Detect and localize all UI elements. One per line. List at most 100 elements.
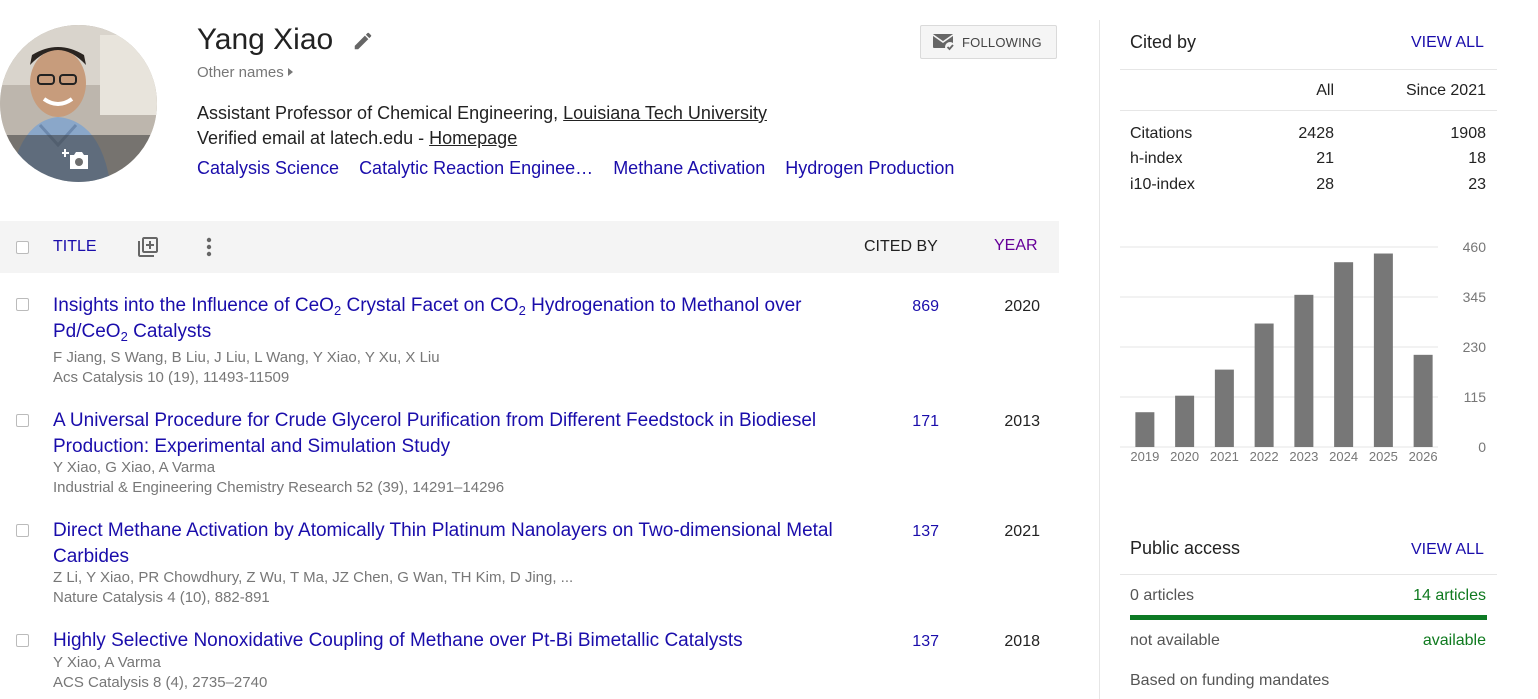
profile-name: Yang Xiao: [197, 23, 334, 56]
chart-x-tick-label: 2019: [1130, 449, 1159, 464]
chart-x-tick-label: 2022: [1250, 449, 1279, 464]
email-text: Verified email at latech.edu -: [197, 128, 430, 148]
following-label: FOLLOWING: [962, 34, 1042, 50]
following-button[interactable]: FOLLOWING: [920, 25, 1057, 59]
stat-all-i10-index: 28: [1316, 176, 1334, 193]
divider: [1120, 110, 1497, 111]
public-access-view-all[interactable]: VIEW ALL: [1411, 541, 1484, 559]
sort-by-cited[interactable]: CITED BY: [864, 238, 938, 256]
select-all-checkbox[interactable]: [16, 241, 29, 254]
article-year: 2020: [1004, 298, 1040, 315]
divider: [1120, 574, 1497, 575]
chart-y-tick-label: 115: [1464, 389, 1487, 405]
funding-mandates-note: Based on funding mandates: [1130, 672, 1330, 689]
article-checkbox[interactable]: [16, 524, 29, 537]
stat-all-h-index: 21: [1316, 150, 1334, 167]
article-venue: Nature Catalysis 4 (10), 882-891: [53, 589, 270, 606]
article-authors: Y Xiao, A Varma: [53, 654, 161, 671]
article-checkbox[interactable]: [16, 634, 29, 647]
profile-photo[interactable]: [0, 25, 157, 182]
stat-label-i10-index: i10-index: [1130, 176, 1195, 193]
title-subscript: 2: [518, 303, 526, 318]
article-authors: Z Li, Y Xiao, PR Chowdhury, Z Wu, T Ma, …: [53, 569, 574, 586]
add-article-icon[interactable]: [136, 235, 160, 264]
affiliation-text: Assistant Professor of Chemical Engineer…: [197, 103, 564, 123]
chart-y-tick-label: 0: [1478, 439, 1486, 455]
affiliation: Assistant Professor of Chemical Engineer…: [197, 102, 767, 124]
interest-link[interactable]: Catalysis Science: [197, 157, 339, 179]
chart-bar[interactable]: [1214, 369, 1234, 447]
stat-since-citations: 1908: [1450, 125, 1486, 142]
article-title[interactable]: Highly Selective Nonoxidative Coupling o…: [53, 628, 863, 654]
title-part: Insights into the Influence of CeO: [53, 295, 334, 316]
not-available-label: not available: [1130, 632, 1220, 649]
stat-label-h-index: h-index: [1130, 150, 1183, 167]
article-venue: Industrial & Engineering Chemistry Resea…: [53, 479, 505, 496]
chart-bar[interactable]: [1175, 395, 1195, 447]
chart-x-tick-label: 2023: [1289, 449, 1318, 464]
cited-by-view-all[interactable]: VIEW ALL: [1411, 34, 1484, 52]
chart-x-tick-label: 2026: [1409, 449, 1438, 464]
title-subscript: 2: [120, 329, 128, 344]
chart-bar[interactable]: [1294, 294, 1314, 447]
interest-link[interactable]: Methane Activation: [613, 157, 765, 179]
public-access-progress-bar: [1130, 615, 1487, 620]
title-part: Catalysts: [127, 321, 212, 342]
interest-link[interactable]: Catalytic Reaction Enginee…: [359, 157, 593, 179]
public-access-unavailable-count[interactable]: 0 articles: [1130, 587, 1194, 605]
divider: [1120, 69, 1497, 70]
article-cited-by[interactable]: 869: [879, 298, 939, 316]
chart-x-tick-label: 2020: [1170, 449, 1199, 464]
citations-per-year-chart: 460 345 230 115 0 2019 2020 2021 2022 2023 2024 202…: [1120, 239, 1487, 464]
other-names-toggle[interactable]: Other names: [197, 64, 293, 81]
chart-bar[interactable]: [1373, 253, 1393, 447]
chart-x-tick-label: 2024: [1329, 449, 1358, 464]
chart-bar[interactable]: [1135, 412, 1155, 447]
article-cited-by[interactable]: 137: [879, 523, 939, 541]
other-names-label: Other names: [197, 64, 284, 81]
sort-by-title[interactable]: TITLE: [53, 238, 97, 256]
chart-y-tick-label: 230: [1463, 339, 1487, 355]
article-year: 2018: [1004, 633, 1040, 650]
article-cited-by[interactable]: 137: [879, 633, 939, 651]
article-venue: ACS Catalysis 8 (4), 2735–2740: [53, 674, 268, 691]
available-label: available: [1422, 632, 1486, 649]
cited-by-title: Cited by: [1130, 32, 1197, 52]
article-cited-by[interactable]: 171: [879, 413, 939, 431]
article-checkbox[interactable]: [16, 298, 29, 311]
research-interests: Catalysis Science Catalytic Reaction Eng…: [197, 157, 974, 179]
chart-bar[interactable]: [1254, 323, 1274, 447]
chart-bar[interactable]: [1334, 262, 1354, 447]
mail-check-icon: [932, 34, 955, 52]
affiliation-link[interactable]: Louisiana Tech University: [563, 103, 767, 123]
public-access-available-count[interactable]: 14 articles: [1386, 587, 1486, 605]
stat-since-h-index: 18: [1468, 150, 1486, 167]
article-venue: Acs Catalysis 10 (19), 11493-11509: [53, 369, 290, 386]
chart-bar[interactable]: [1413, 354, 1433, 447]
stats-header-all: All: [1316, 82, 1334, 99]
more-vert-icon[interactable]: [200, 235, 218, 264]
sort-by-year[interactable]: YEAR: [994, 237, 1038, 255]
chart-x-tick-label: 2021: [1210, 449, 1239, 464]
add-photo-icon[interactable]: [62, 147, 90, 171]
stat-since-i10-index: 23: [1468, 176, 1486, 193]
article-authors: Y Xiao, G Xiao, A Varma: [53, 459, 216, 476]
article-title[interactable]: Insights into the Influence of CeO 2 Crys…: [53, 293, 863, 345]
title-part: Crystal Facet on CO: [341, 295, 519, 316]
public-access-title: Public access: [1130, 538, 1241, 558]
chart-y-tick-label: 460: [1463, 239, 1487, 255]
article-title[interactable]: A Universal Procedure for Crude Glycerol…: [53, 408, 863, 460]
edit-pencil-icon[interactable]: [352, 30, 374, 52]
article-year: 2021: [1004, 523, 1040, 540]
stat-all-citations: 2428: [1298, 125, 1334, 142]
article-checkbox[interactable]: [16, 414, 29, 427]
verified-email: Verified email at latech.edu - Homepage: [197, 127, 517, 149]
triangle-right-icon: [287, 68, 293, 76]
chart-x-tick-label: 2025: [1369, 449, 1398, 464]
interest-link[interactable]: Hydrogen Production: [785, 157, 954, 179]
article-title[interactable]: Direct Methane Activation by Atomically …: [53, 518, 863, 570]
article-authors: F Jiang, S Wang, B Liu, J Liu, L Wang, Y…: [53, 349, 440, 366]
chart-y-tick-label: 345: [1463, 289, 1487, 305]
article-year: 2013: [1004, 413, 1040, 430]
homepage-link[interactable]: Homepage: [429, 128, 517, 148]
